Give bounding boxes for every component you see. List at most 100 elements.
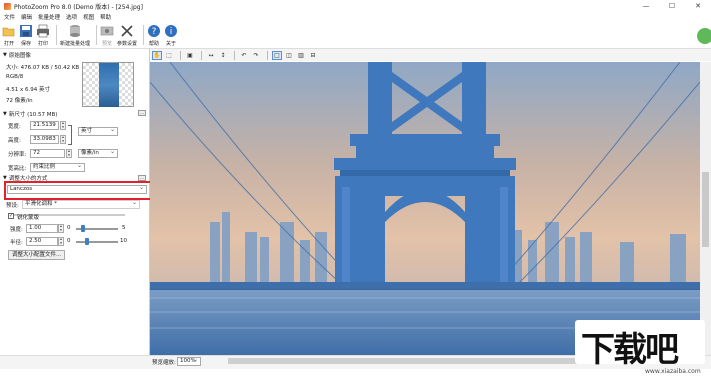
view-toolbar-separator [201, 50, 202, 60]
settings-icon [121, 25, 133, 37]
link-chain-icon[interactable] [68, 125, 72, 145]
view-toolbar-separator [180, 50, 181, 60]
zoom-select[interactable]: 100% [177, 356, 201, 366]
menu-batch[interactable]: 批量处理 [38, 13, 60, 21]
site-watermark: 下载吧 www.xiazaiba.com [575, 320, 705, 375]
height-input[interactable]: 33.0983 [30, 135, 59, 144]
vertical-scroll-thumb[interactable] [702, 172, 709, 247]
highlight-box [4, 181, 153, 200]
window-title: PhotoZoom Pro 8.0 (Demo 版本) - [254.jpg] [14, 3, 143, 11]
watermark-logo: 下载吧 [581, 330, 679, 370]
strength-label: 强度: [10, 227, 23, 233]
rotate-left-icon[interactable]: ↶ [239, 51, 249, 60]
toolbar-separator [143, 25, 145, 45]
preset-label: 预设: [6, 203, 19, 209]
view-toolbar: ✋ ⬚ ▣ ↔ ↕ ↶ ↷ □ ◫ ▥ ⊟ [150, 49, 711, 61]
split-view-vertical-icon[interactable]: ◫ [284, 51, 294, 60]
unsharp-mask-checkbox[interactable]: ✓ [8, 213, 14, 219]
original-mode: RGB/8 [6, 74, 24, 80]
watermark-url: www.xiazaiba.com [645, 368, 701, 375]
aspect-ratio-select[interactable]: 约束比例 [30, 162, 85, 172]
strength-slider-thumb[interactable] [81, 225, 85, 232]
horizontal-scroll-thumb[interactable] [228, 358, 628, 364]
radius-label: 半径: [10, 240, 23, 246]
strength-min: 0 [67, 225, 71, 231]
resolution-spinner[interactable]: ▴ ▾ [66, 149, 72, 158]
resize-profile-button[interactable]: 调整大小配置文件... [8, 250, 66, 260]
menu-bar: 文件 编辑 批量处理 选项 视图 帮助 [0, 12, 711, 21]
folder-open-icon [2, 27, 15, 37]
minimize-icon[interactable]: — [633, 0, 659, 12]
height-spinner[interactable]: ▴ ▾ [60, 135, 66, 144]
app-logo-icon [4, 2, 11, 10]
view-toolbar-separator [234, 50, 235, 60]
open-button[interactable]: 打开 [2, 21, 16, 48]
batch-icon [70, 25, 80, 37]
width-spinner[interactable]: ▴ ▾ [60, 121, 66, 130]
collapse-triangle-icon: ▼ [3, 52, 7, 58]
save-button[interactable]: 保存 [19, 21, 33, 48]
flip-horizontal-icon[interactable]: ↔ [206, 51, 216, 60]
strength-max: 5 [122, 225, 126, 231]
menu-options[interactable]: 选项 [66, 13, 77, 21]
rotate-right-icon[interactable]: ↷ [251, 51, 261, 60]
radius-spinner[interactable]: ▴ ▾ [58, 237, 64, 246]
title-bar: PhotoZoom Pro 8.0 (Demo 版本) - [254.jpg] … [0, 0, 711, 12]
split-view-horizontal-icon[interactable]: ⊟ [308, 51, 318, 60]
strength-input[interactable]: 1.00 [26, 224, 58, 233]
height-label: 高度: [8, 138, 21, 144]
original-image-header[interactable]: ▼ 原始图像 [3, 51, 31, 59]
more-options-button[interactable]: … [138, 110, 146, 116]
svg-text:?: ? [152, 27, 157, 37]
navigator-thumbnail[interactable] [82, 62, 134, 107]
close-icon[interactable]: ✕ [685, 0, 711, 12]
flip-vertical-icon[interactable]: ↕ [218, 51, 228, 60]
new-size-header[interactable]: ▼ 新尺寸 (10.57 MB) [3, 110, 57, 118]
window-controls: — ☐ ✕ [633, 0, 711, 12]
help-button[interactable]: ? 帮助 [147, 21, 161, 48]
print-icon [37, 24, 49, 38]
preset-select[interactable]: 平滑化调和 * [22, 199, 140, 209]
save-icon [20, 25, 32, 37]
menu-file[interactable]: 文件 [4, 13, 15, 21]
hand-tool-icon[interactable]: ✋ [152, 50, 162, 60]
maximize-icon[interactable]: ☐ [659, 0, 685, 12]
preview-zoom-label: 预览缩放: [152, 360, 176, 366]
radius-slider-track[interactable] [76, 241, 118, 243]
menu-view[interactable]: 视图 [83, 13, 94, 21]
status-orb-icon [697, 28, 711, 44]
width-label: 宽度: [8, 124, 21, 130]
preview-button[interactable]: 预览 [100, 21, 114, 48]
about-button[interactable]: i 关于 [164, 21, 178, 48]
print-button[interactable]: 打印 [36, 21, 50, 48]
view-toolbar-separator [267, 50, 268, 60]
dimension-unit-select[interactable]: 英寸 [78, 126, 118, 136]
split-view-side-icon[interactable]: ▥ [296, 51, 306, 60]
help-icon: ? [148, 25, 161, 37]
width-input[interactable]: 21.5139 [30, 121, 59, 130]
unsharp-mask-label: 锐化蒙版 [17, 215, 40, 221]
strength-spinner[interactable]: ▴ ▾ [58, 224, 64, 233]
select-tool-icon[interactable]: ⬚ [164, 51, 174, 60]
vertical-scrollbar[interactable] [700, 62, 711, 355]
settings-button[interactable]: 参数设置 [117, 21, 137, 48]
radius-input[interactable]: 2.50 [26, 237, 58, 246]
new-batch-button[interactable]: 新建批量处理 [60, 21, 90, 48]
radius-slider-thumb[interactable] [85, 238, 89, 245]
resolution-input[interactable]: 72 [30, 149, 65, 158]
crop-icon[interactable]: ▣ [185, 51, 195, 60]
radius-min: 0 [67, 238, 71, 244]
image-preview-canvas[interactable] [150, 62, 700, 355]
preview-image [150, 62, 700, 355]
menu-edit[interactable]: 编辑 [21, 13, 32, 21]
radius-max: 10 [120, 238, 127, 244]
main-toolbar: 打开 保存 打印 新建批量处理 预览 参数设置 ? 帮助 i 关于 [0, 21, 711, 49]
info-icon: i [165, 25, 178, 37]
menu-help[interactable]: 帮助 [100, 13, 111, 21]
preview-icon [100, 26, 114, 36]
original-dimensions: 4.51 x 6.94 英寸 [6, 87, 50, 93]
single-view-icon[interactable]: □ [272, 50, 282, 60]
toolbar-separator [96, 25, 98, 45]
resolution-unit-select[interactable]: 像素/in [78, 148, 118, 158]
collapse-triangle-icon: ▼ [3, 111, 7, 117]
